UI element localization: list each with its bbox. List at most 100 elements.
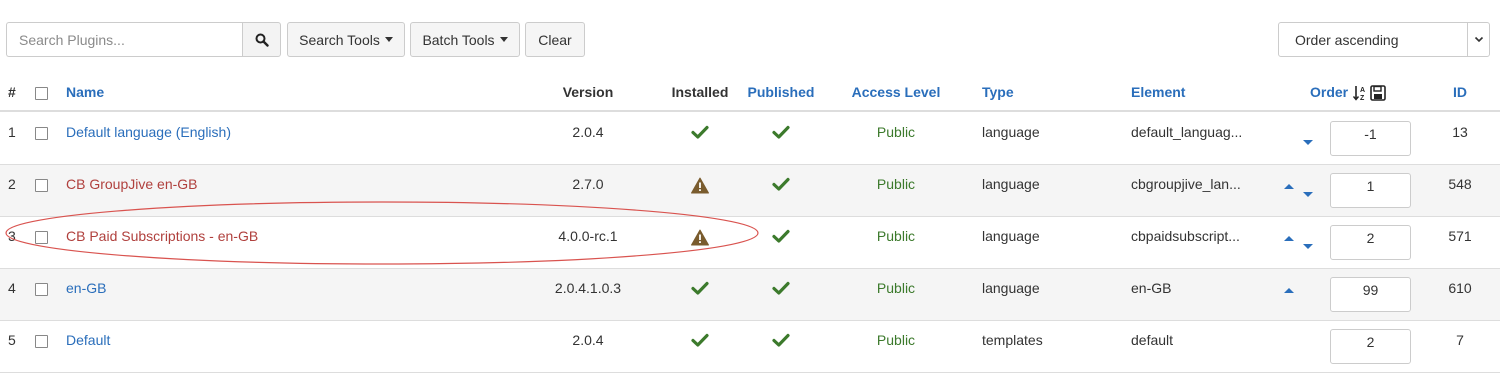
ordering-value: Order ascending <box>1295 31 1399 48</box>
installed-status <box>666 165 734 216</box>
plugin-version: 2.0.4 <box>572 332 604 348</box>
move-up-icon[interactable] <box>1284 236 1294 241</box>
access-level: Public <box>876 124 916 140</box>
move-down-icon[interactable] <box>1303 244 1313 249</box>
search-tools-button[interactable]: Search Tools <box>287 22 405 57</box>
installed-check-icon[interactable] <box>691 125 709 139</box>
table-header: # Name Version Installed Published Acces… <box>0 73 1500 112</box>
order-cell: 2 <box>1280 217 1420 268</box>
save-order-icon[interactable] <box>1370 85 1386 101</box>
move-up-icon[interactable] <box>1284 288 1294 293</box>
header-installed: Installed <box>671 84 729 100</box>
published-check-icon[interactable] <box>772 333 790 347</box>
published-toggle[interactable] <box>742 113 820 164</box>
warning-icon <box>691 177 709 194</box>
plugin-version: 2.0.4 <box>572 124 604 140</box>
order-input[interactable]: 1 <box>1330 173 1411 208</box>
plugin-element: cbgroupjive_lan... <box>1131 176 1241 192</box>
header-num: # <box>8 84 16 100</box>
select-chevron-down-icon <box>1467 23 1489 56</box>
plugin-name-link[interactable]: Default <box>66 321 516 372</box>
header-id[interactable]: ID <box>1440 73 1480 110</box>
order-input[interactable]: 2 <box>1330 329 1411 364</box>
clear-button[interactable]: Clear <box>525 22 585 57</box>
order-cell: 99 <box>1280 269 1420 320</box>
order-input[interactable]: 99 <box>1330 277 1411 312</box>
row-number: 4 <box>8 280 16 296</box>
access-level: Public <box>876 332 916 348</box>
warning-icon <box>691 229 709 246</box>
sort-alpha-icon[interactable]: A Z <box>1353 85 1367 101</box>
caret-down-icon <box>384 37 393 42</box>
plugin-type: language <box>982 176 1040 192</box>
plugin-element: cbpaidsubscript... <box>1131 228 1240 244</box>
move-down-icon[interactable] <box>1303 192 1313 197</box>
row-checkbox[interactable] <box>35 127 48 140</box>
search-tools-label: Search Tools <box>299 31 380 48</box>
installed-status <box>666 217 734 268</box>
table-row: 1 Default language (English) 2.0.4 Public la… <box>0 113 1500 165</box>
published-check-icon[interactable] <box>772 125 790 139</box>
table-row: 5 Default 2.0.4 Public templates default 2 7 <box>0 321 1500 373</box>
published-check-icon[interactable] <box>772 229 790 243</box>
published-toggle[interactable] <box>742 321 820 372</box>
search-input[interactable] <box>6 22 242 57</box>
search-button[interactable] <box>242 22 281 57</box>
plugin-id: 571 <box>1448 228 1472 244</box>
move-down-icon[interactable] <box>1303 140 1313 145</box>
plugin-version: 4.0.0-rc.1 <box>558 228 618 244</box>
published-toggle[interactable] <box>742 217 820 268</box>
table-row: 4 en-GB 2.0.4.1.0.3 Public language en-GB 99 61… <box>0 269 1500 321</box>
header-order[interactable]: Order A Z <box>1280 73 1420 110</box>
header-access-level[interactable]: Access Level <box>830 73 962 110</box>
plugin-element: default_languag... <box>1131 124 1243 140</box>
row-checkbox-cell <box>35 269 51 320</box>
header-element[interactable]: Element <box>1131 73 1281 110</box>
caret-down-icon <box>499 37 508 42</box>
plugin-name-link[interactable]: en-GB <box>66 269 516 320</box>
row-checkbox[interactable] <box>35 335 48 348</box>
header-version: Version <box>562 84 614 100</box>
order-input[interactable]: -1 <box>1330 121 1411 156</box>
plugin-name-link[interactable]: CB Paid Subscriptions - en-GB <box>66 217 516 268</box>
move-up-icon[interactable] <box>1284 184 1294 189</box>
row-number: 1 <box>8 124 16 140</box>
plugin-type: language <box>982 124 1040 140</box>
installed-status <box>666 113 734 164</box>
plugin-type: language <box>982 228 1040 244</box>
header-order-label: Order <box>1310 84 1349 100</box>
row-checkbox-cell <box>35 321 51 372</box>
published-check-icon[interactable] <box>772 281 790 295</box>
table-row: 3 CB Paid Subscriptions - en-GB 4.0.0-rc.1… <box>0 217 1500 269</box>
row-checkbox[interactable] <box>35 179 48 192</box>
plugin-name-link[interactable]: CB GroupJive en-GB <box>66 165 516 216</box>
published-toggle[interactable] <box>742 165 820 216</box>
installed-check-icon[interactable] <box>691 281 709 295</box>
order-input[interactable]: 2 <box>1330 225 1411 260</box>
header-name[interactable]: Name <box>66 73 516 110</box>
svg-text:A: A <box>1360 87 1365 94</box>
plugin-type: templates <box>982 332 1043 348</box>
row-checkbox-cell <box>35 165 51 216</box>
installed-status <box>666 321 734 372</box>
access-level: Public <box>876 228 916 244</box>
row-checkbox-cell <box>35 113 51 164</box>
plugin-name-link[interactable]: Default language (English) <box>66 113 516 164</box>
plugin-id: 610 <box>1448 280 1472 296</box>
installed-check-icon[interactable] <box>691 333 709 347</box>
row-checkbox[interactable] <box>35 283 48 296</box>
header-published[interactable]: Published <box>742 73 820 110</box>
ordering-select[interactable]: Order ascending <box>1278 22 1490 57</box>
select-all-checkbox-cell <box>35 73 51 110</box>
batch-tools-button[interactable]: Batch Tools <box>410 22 520 57</box>
select-all-checkbox[interactable] <box>35 87 48 100</box>
header-type[interactable]: Type <box>982 73 1102 110</box>
row-number: 3 <box>8 228 16 244</box>
published-check-icon[interactable] <box>772 177 790 191</box>
clear-label: Clear <box>538 31 572 48</box>
order-cell: 2 <box>1280 321 1420 372</box>
batch-tools-label: Batch Tools <box>422 31 495 48</box>
published-toggle[interactable] <box>742 269 820 320</box>
row-checkbox[interactable] <box>35 231 48 244</box>
plugin-id: 548 <box>1448 176 1472 192</box>
